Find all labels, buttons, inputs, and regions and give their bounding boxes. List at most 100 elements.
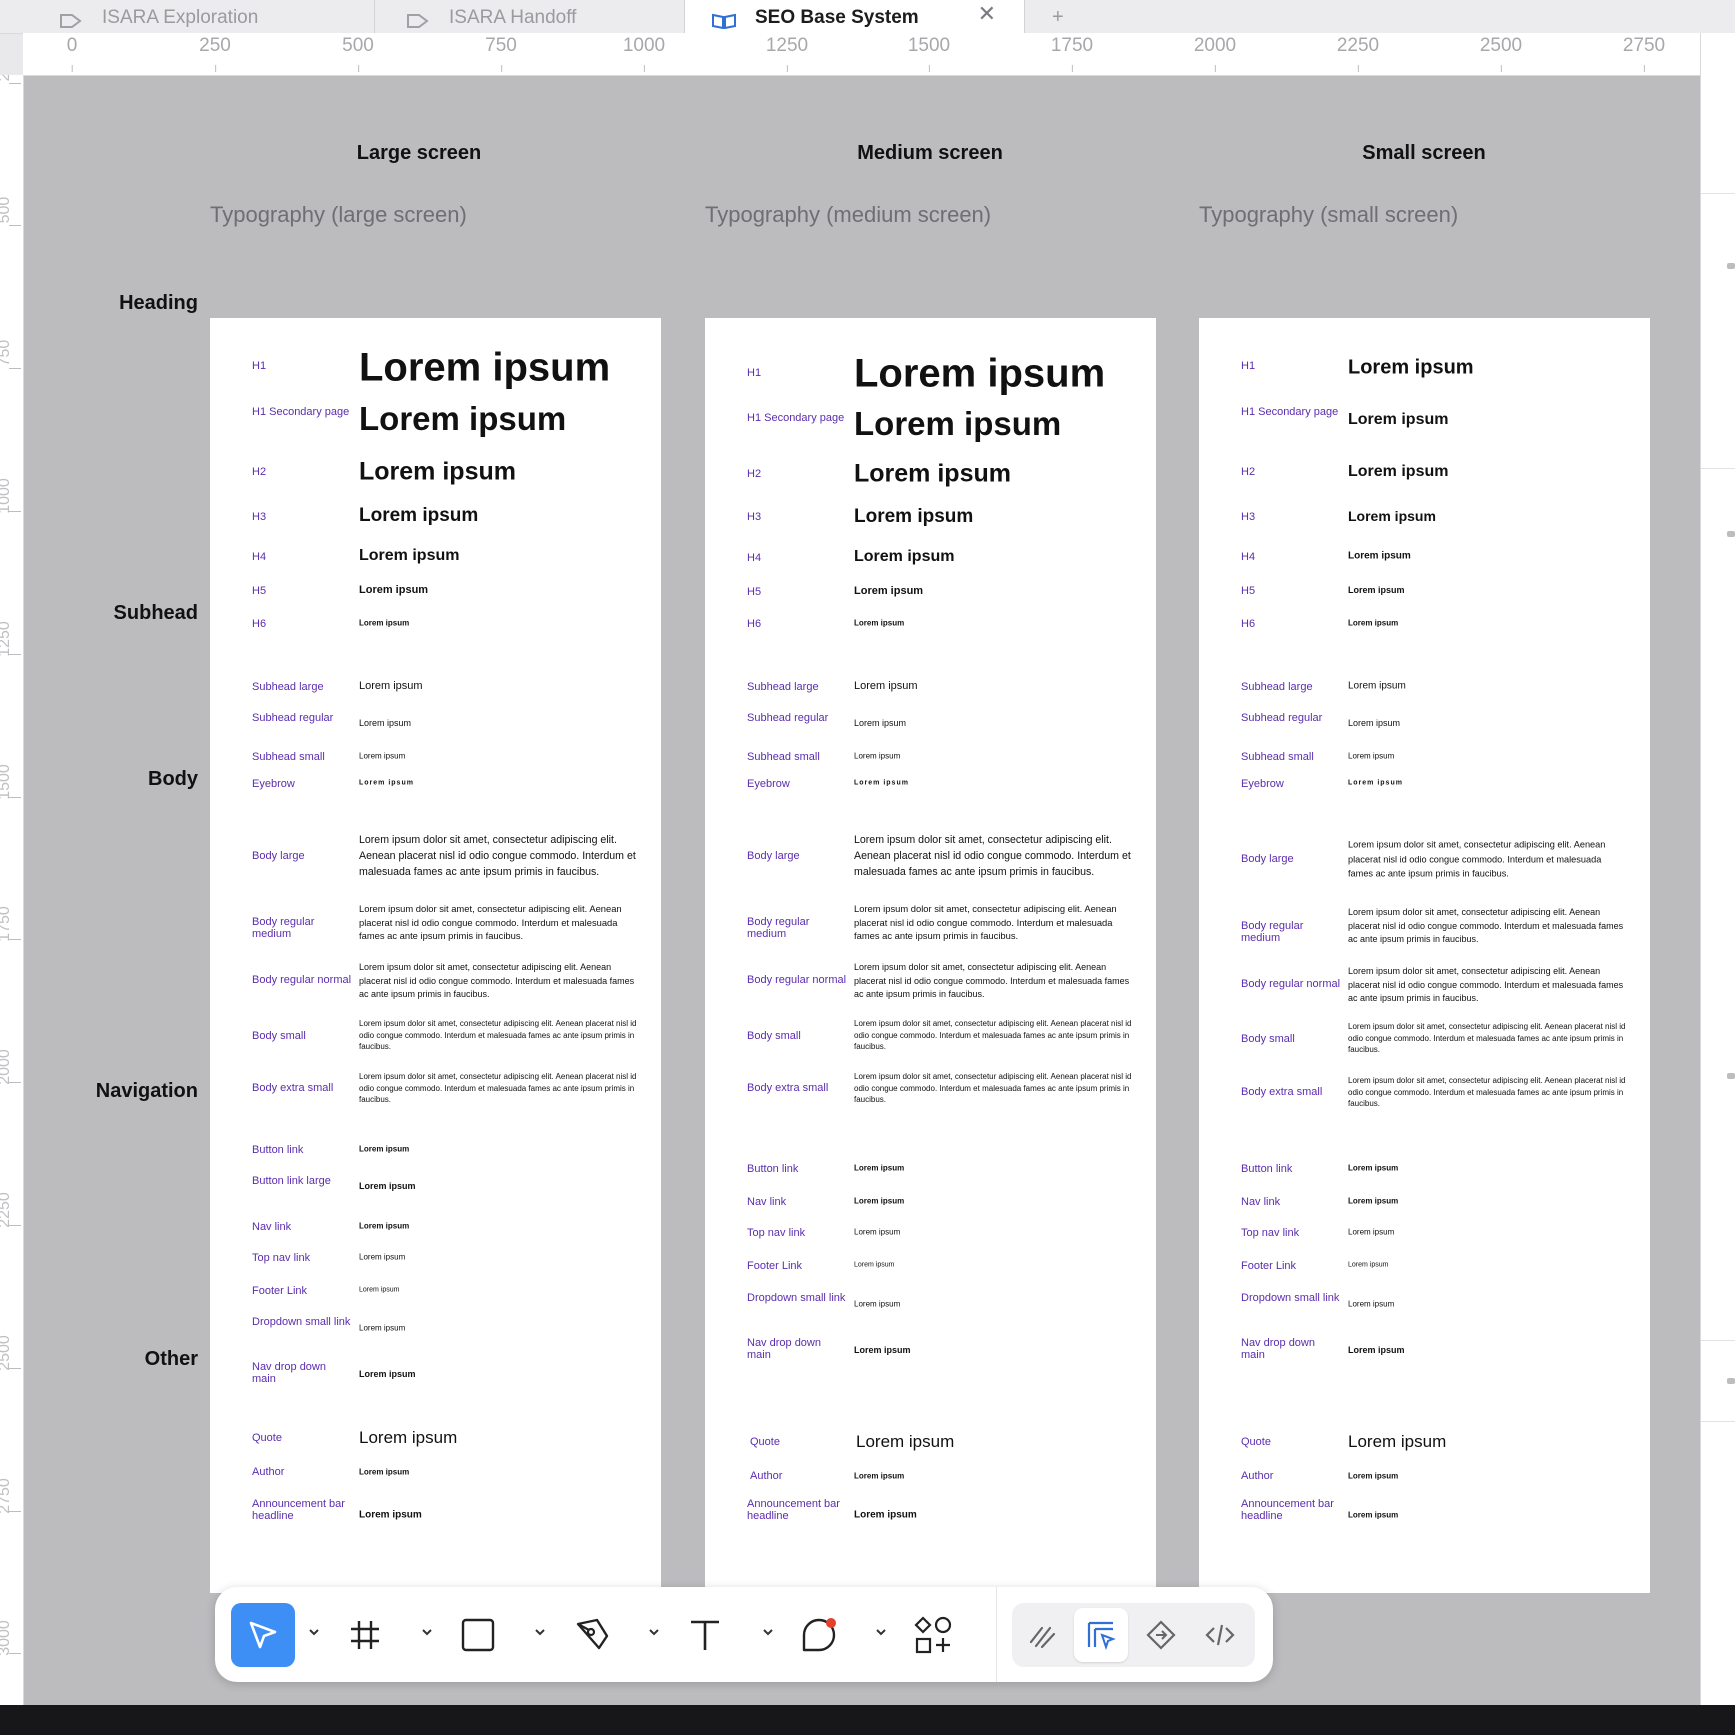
- pen-tool-icon: [576, 1618, 609, 1650]
- style-sample: Lorem ipsum: [1348, 618, 1399, 628]
- style-sample: Lorem ipsum dolor sit amet, consectetur …: [1348, 839, 1606, 879]
- chevron-down-icon[interactable]: [533, 1625, 547, 1639]
- frame-label[interactable]: Typography (large screen): [210, 202, 467, 228]
- ruler-y-label: 2750: [0, 1478, 13, 1514]
- screen-title: Large screen: [356, 142, 482, 164]
- ruler-y-label: 250: [0, 75, 14, 93]
- tab-isara-handoff[interactable]: ISARA Handoff: [375, 0, 685, 33]
- style-label: Subhead small: [252, 751, 325, 763]
- design-mode-button[interactable]: [1074, 1608, 1128, 1662]
- style-sample: Lorem ipsum: [359, 505, 479, 526]
- style-label: Button link large: [252, 1175, 331, 1187]
- style-sample: Lorem ipsum: [359, 1144, 410, 1154]
- style-sample: Lorem ipsum: [1348, 1345, 1405, 1355]
- style-label: H2: [252, 466, 267, 478]
- style-sample: Lorem ipsum: [1348, 680, 1406, 692]
- style-sample: Lorem ipsum: [854, 718, 907, 728]
- style-label: H4: [747, 552, 762, 564]
- prototype-mode-button[interactable]: [1134, 1608, 1188, 1662]
- frame-label[interactable]: Typography (small screen): [1199, 202, 1458, 228]
- style-sample: Lorem ipsum: [359, 584, 429, 596]
- style-label: Announcement bar headline: [747, 1498, 840, 1522]
- rectangle-tool-icon: [461, 1618, 495, 1652]
- properties-panel: [1700, 33, 1735, 1705]
- comment-tool-button[interactable]: [787, 1603, 851, 1667]
- ruler-x-label: 250: [199, 35, 231, 72]
- pen-tool-button[interactable]: [560, 1603, 624, 1667]
- style-label: H1 Secondary page: [1241, 406, 1339, 418]
- style-label: H3: [1241, 511, 1256, 523]
- move-tool-button[interactable]: [231, 1603, 295, 1667]
- tab-isara-exploration[interactable]: ISARA Exploration: [30, 0, 375, 33]
- style-sample: Lorem ipsum dolor sit amet, consectetur …: [854, 1018, 1132, 1051]
- comment-tool-icon: [802, 1618, 836, 1652]
- ruler-y-label: 2000: [0, 1049, 13, 1085]
- style-sample: Lorem ipsum dolor sit amet, consectetur …: [359, 1018, 637, 1051]
- draw-mode-icon: [1029, 1626, 1056, 1649]
- category-body: Body: [148, 768, 198, 790]
- dev-mode-button[interactable]: [1193, 1608, 1247, 1662]
- tab-seo-base-system[interactable]: SEO Base System ✕: [685, 0, 1025, 33]
- style-sample: Lorem ipsum: [359, 751, 406, 761]
- rectangle-tool-button[interactable]: [446, 1603, 510, 1667]
- chevron-down-icon[interactable]: [761, 1625, 775, 1639]
- ruler-y-label: 1500: [0, 764, 13, 800]
- style-sample: Lorem ipsum: [359, 1323, 406, 1333]
- style-label: Subhead regular: [747, 712, 829, 724]
- style-label: Footer Link: [252, 1285, 308, 1297]
- style-label: Body regular normal: [747, 974, 847, 986]
- style-sample: Lorem ipsum: [359, 1369, 416, 1379]
- chevron-down-icon[interactable]: [647, 1625, 661, 1639]
- style-label: Top nav link: [747, 1227, 806, 1239]
- style-label: Author: [252, 1466, 285, 1478]
- typography-frame[interactable]: H1 Lorem ipsum H1 Secondary page Lorem ipsu…: [1199, 318, 1650, 1593]
- chevron-down-icon[interactable]: [420, 1625, 434, 1639]
- style-label: Body small: [747, 1030, 801, 1042]
- style-sample: Lorem ipsum: [854, 506, 974, 527]
- style-label: Author: [750, 1470, 783, 1482]
- new-tab-icon[interactable]: +: [1052, 6, 1064, 29]
- style-sample: Lorem ipsum dolor sit amet, consectetur …: [854, 834, 1131, 878]
- style-sample: Lorem ipsum: [359, 779, 414, 787]
- style-label: Body regular medium: [747, 916, 810, 940]
- style-sample: Lorem ipsum: [1348, 463, 1449, 480]
- style-sample: Lorem ipsum: [854, 1261, 895, 1269]
- style-sample: Lorem ipsum: [1348, 751, 1395, 761]
- style-label: Body regular normal: [252, 974, 352, 986]
- style-sample: Lorem ipsum: [359, 1428, 458, 1447]
- text-tool-icon: [691, 1620, 719, 1650]
- ruler-y-label: 1750: [0, 906, 13, 942]
- style-label: Eyebrow: [252, 778, 295, 790]
- chevron-down-icon[interactable]: [307, 1625, 321, 1639]
- style-sample: Lorem ipsum: [1348, 1261, 1389, 1269]
- style-label: Body regular medium: [252, 916, 315, 940]
- actions-icon: [914, 1616, 952, 1654]
- category-subhead: Subhead: [113, 602, 198, 624]
- style-sample: Lorem ipsum: [854, 1509, 917, 1521]
- style-label: H1: [747, 367, 762, 379]
- typography-frame[interactable]: H1 Lorem ipsum H1 Secondary page Lorem ipsu…: [210, 318, 661, 1593]
- component-tag-icon: [407, 14, 429, 28]
- text-tool-button[interactable]: [673, 1603, 737, 1667]
- style-label: Subhead large: [1241, 681, 1313, 693]
- ruler-x-label: 750: [485, 35, 517, 72]
- chevron-down-icon[interactable]: [874, 1625, 888, 1639]
- draw-mode-button[interactable]: [1016, 1608, 1070, 1662]
- move-tool-icon: [249, 1621, 277, 1649]
- design-canvas[interactable]: Heading Subhead Body Navigation Other La…: [24, 76, 1700, 1706]
- frame-tool-button[interactable]: [333, 1603, 397, 1667]
- style-label: Eyebrow: [747, 778, 790, 790]
- tab-label: ISARA Exploration: [102, 7, 259, 28]
- style-sample: Lorem ipsum dolor sit amet, consectetur …: [359, 961, 635, 999]
- style-label: Body extra small: [1241, 1086, 1323, 1098]
- ruler-y-label: 2500: [0, 1335, 13, 1371]
- actions-button[interactable]: [901, 1603, 965, 1667]
- style-label: Subhead large: [747, 681, 819, 693]
- style-label: H1 Secondary page: [252, 406, 350, 418]
- close-tab-icon[interactable]: ✕: [978, 1, 996, 27]
- style-label: H5: [1241, 585, 1256, 597]
- typography-frame[interactable]: H1 Lorem ipsum H1 Secondary page Lorem ipsu…: [705, 318, 1156, 1593]
- frame-label[interactable]: Typography (medium screen): [705, 202, 991, 228]
- style-sample: Lorem ipsum: [359, 618, 410, 628]
- style-label: H6: [252, 618, 267, 630]
